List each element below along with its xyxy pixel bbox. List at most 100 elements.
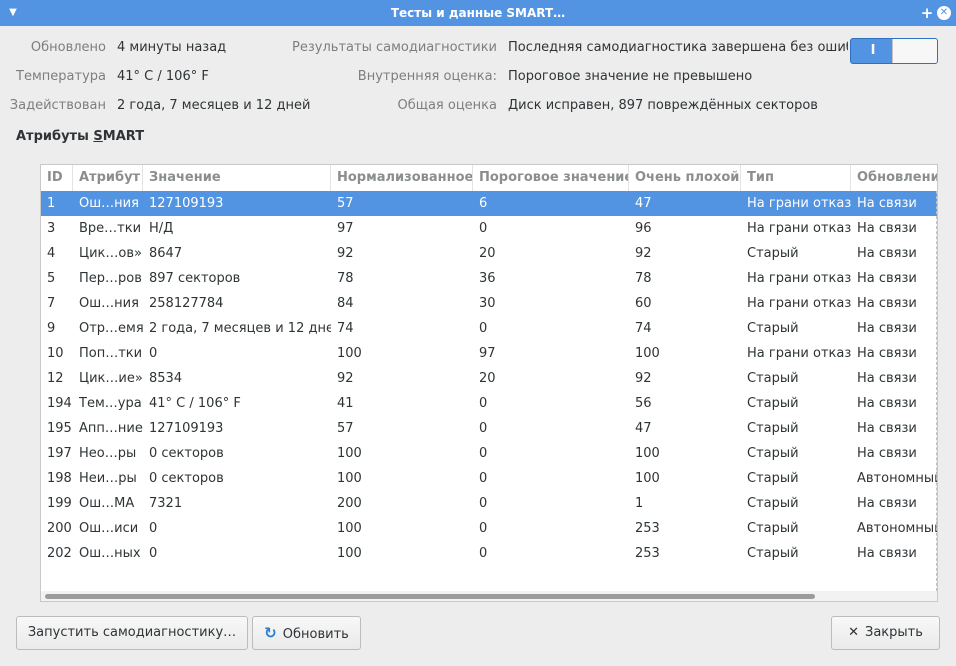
table-cell: 127109193 bbox=[149, 196, 224, 211]
table-cell: 199 bbox=[47, 496, 72, 511]
column-header[interactable]: Очень плохой bbox=[629, 165, 741, 191]
table-cell: 0 секторов bbox=[149, 471, 224, 486]
table-edge bbox=[936, 191, 937, 591]
table-cell: Отр…емя bbox=[79, 321, 143, 336]
table-row[interactable]: 5 Пер…ров 897 секторов 78 36 78 На грани отказ… bbox=[41, 266, 937, 291]
table-cell: 253 bbox=[635, 546, 660, 561]
table-cell: 20 bbox=[479, 246, 496, 261]
table-cell: 100 bbox=[337, 521, 362, 536]
table-cell: На связи bbox=[857, 271, 917, 286]
table-cell: Вре…тки bbox=[79, 221, 142, 236]
table-row[interactable]: 9 Отр…емя 2 года, 7 месяцев и 12 дней 74 0 74… bbox=[41, 316, 937, 341]
table-cell: 200 bbox=[47, 521, 72, 536]
table-cell: 57 bbox=[337, 196, 354, 211]
table-cell: 78 bbox=[635, 271, 652, 286]
table-cell: На грани отказа bbox=[747, 296, 851, 311]
table-cell: 41 bbox=[337, 396, 354, 411]
table-row[interactable]: 200 Ош…иси 0 100 0 253 Старый Автономный bbox=[41, 516, 937, 541]
close-window-icon[interactable]: ✕ bbox=[937, 6, 951, 20]
table-cell: Цик…ие» bbox=[79, 371, 143, 386]
table-cell: 12 bbox=[47, 371, 64, 386]
column-header[interactable]: Значение bbox=[143, 165, 331, 191]
table-cell: 20 bbox=[479, 371, 496, 386]
table-row[interactable]: 202 Ош…ных 0 100 0 253 Старый На связи bbox=[41, 541, 937, 566]
smart-enable-switch[interactable]: I bbox=[850, 38, 938, 64]
table-cell: 100 bbox=[337, 346, 362, 361]
table-cell: На связи bbox=[857, 346, 917, 361]
table-row[interactable]: 4 Цик…ов» 8647 92 20 92 Старый На связи bbox=[41, 241, 937, 266]
table-cell: 100 bbox=[337, 546, 362, 561]
table-cell: 60 bbox=[635, 296, 652, 311]
table-cell: 8647 bbox=[149, 246, 183, 261]
scrollbar-thumb[interactable] bbox=[45, 594, 815, 599]
switch-on-label: I bbox=[870, 43, 876, 58]
table-cell: 47 bbox=[635, 421, 652, 436]
table-cell: Апп…ние bbox=[79, 421, 143, 436]
temperature-label: Температура bbox=[16, 69, 106, 84]
column-header[interactable]: Тип bbox=[741, 165, 851, 191]
table-cell: 897 секторов bbox=[149, 271, 241, 286]
table-row[interactable]: 198 Неи…ры 0 секторов 100 0 100 Старый Автономн… bbox=[41, 466, 937, 491]
column-header[interactable]: Атрибут bbox=[73, 165, 143, 191]
table-cell: Старый bbox=[747, 396, 799, 411]
column-header[interactable]: Пороговое значение bbox=[473, 165, 629, 191]
temperature-value: 41° C / 106° F bbox=[117, 69, 209, 84]
table-cell: 5 bbox=[47, 271, 56, 286]
column-header[interactable]: Нормализованное bbox=[331, 165, 473, 191]
table-cell: На связи bbox=[857, 246, 917, 261]
close-button[interactable]: ✕ Закрыть bbox=[831, 616, 940, 650]
table-cell: 0 bbox=[149, 346, 158, 361]
table-header: ID Атрибут Значение Нормализованное Порогово… bbox=[41, 165, 937, 192]
table-cell: 0 bbox=[479, 521, 488, 536]
table-cell: 6 bbox=[479, 196, 488, 211]
table-row[interactable]: 7 Ош…ния 258127784 84 30 60 На грани отказа На … bbox=[41, 291, 937, 316]
table-cell: На связи bbox=[857, 496, 917, 511]
table-cell: 1 bbox=[47, 196, 56, 211]
table-cell: 7 bbox=[47, 296, 56, 311]
table-row[interactable]: 199 Ош…МА 7321 200 0 1 Старый На связи bbox=[41, 491, 937, 516]
switch-knob[interactable] bbox=[892, 39, 937, 63]
table-cell: На связи bbox=[857, 196, 917, 211]
table-row[interactable]: 197 Нео…ры 0 секторов 100 0 100 Старый На связи bbox=[41, 441, 937, 466]
table-cell: 100 bbox=[337, 446, 362, 461]
table-cell: 200 bbox=[337, 496, 362, 511]
table-row[interactable]: 10 Поп…тки 0 100 97 100 На грани отказа На связ… bbox=[41, 341, 937, 366]
table-cell: Неи…ры bbox=[79, 471, 137, 486]
table-cell: Старый bbox=[747, 371, 799, 386]
table-cell: 100 bbox=[635, 471, 660, 486]
table-cell: На связи bbox=[857, 221, 917, 236]
selftest-value: Последняя самодиагностика завершена без … bbox=[508, 40, 848, 55]
table-cell: 92 bbox=[337, 371, 354, 386]
table-cell: На грани отказа bbox=[747, 346, 851, 361]
powered-label: Задействован bbox=[9, 98, 106, 113]
table-cell: 127109193 bbox=[149, 421, 224, 436]
refresh-button[interactable]: ↻ Обновить bbox=[252, 616, 361, 650]
window-title: Тесты и данные SMART… bbox=[390, 6, 566, 20]
table-cell: 56 bbox=[635, 396, 652, 411]
start-selftest-button[interactable]: Запустить самодиагностику… bbox=[16, 616, 248, 650]
table-cell: 4 bbox=[47, 246, 56, 261]
horizontal-scrollbar[interactable] bbox=[41, 591, 937, 601]
powered-value: 2 года, 7 месяцев и 12 дней bbox=[117, 98, 311, 113]
table-row[interactable]: 194 Тем…ура 41° C / 106° F 41 0 56 Старый На св… bbox=[41, 391, 937, 416]
overall-label: Общая оценка bbox=[397, 98, 497, 113]
table-row[interactable]: 1 Ош…ния 127109193 57 6 47 На грани отказа На с… bbox=[41, 191, 937, 216]
table-row[interactable]: 195 Апп…ние 127109193 57 0 47 Старый На связи bbox=[41, 416, 937, 441]
table-row[interactable]: 12 Цик…ие» 8534 92 20 92 Старый На связи bbox=[41, 366, 937, 391]
smart-attributes-table[interactable]: ID Атрибут Значение Нормализованное Порогово… bbox=[40, 164, 938, 602]
column-header[interactable]: ID bbox=[41, 165, 73, 191]
table-row[interactable]: 3 Вре…тки Н/Д 97 0 96 На грани отказа На связи bbox=[41, 216, 937, 241]
table-cell: 84 bbox=[337, 296, 354, 311]
table-cell: На связи bbox=[857, 371, 917, 386]
column-header[interactable]: Обновлени bbox=[851, 165, 937, 191]
table-cell: 100 bbox=[337, 471, 362, 486]
table-cell: Нео…ры bbox=[79, 446, 137, 461]
table-cell: Поп…тки bbox=[79, 346, 143, 361]
table-cell: Ош…ных bbox=[79, 546, 141, 561]
table-cell: 7321 bbox=[149, 496, 183, 511]
table-cell: Старый bbox=[747, 246, 799, 261]
table-cell: 8534 bbox=[149, 371, 183, 386]
table-cell: На грани отказа bbox=[747, 221, 851, 236]
table-cell: Старый bbox=[747, 446, 799, 461]
maximize-icon[interactable]: + bbox=[920, 0, 934, 26]
